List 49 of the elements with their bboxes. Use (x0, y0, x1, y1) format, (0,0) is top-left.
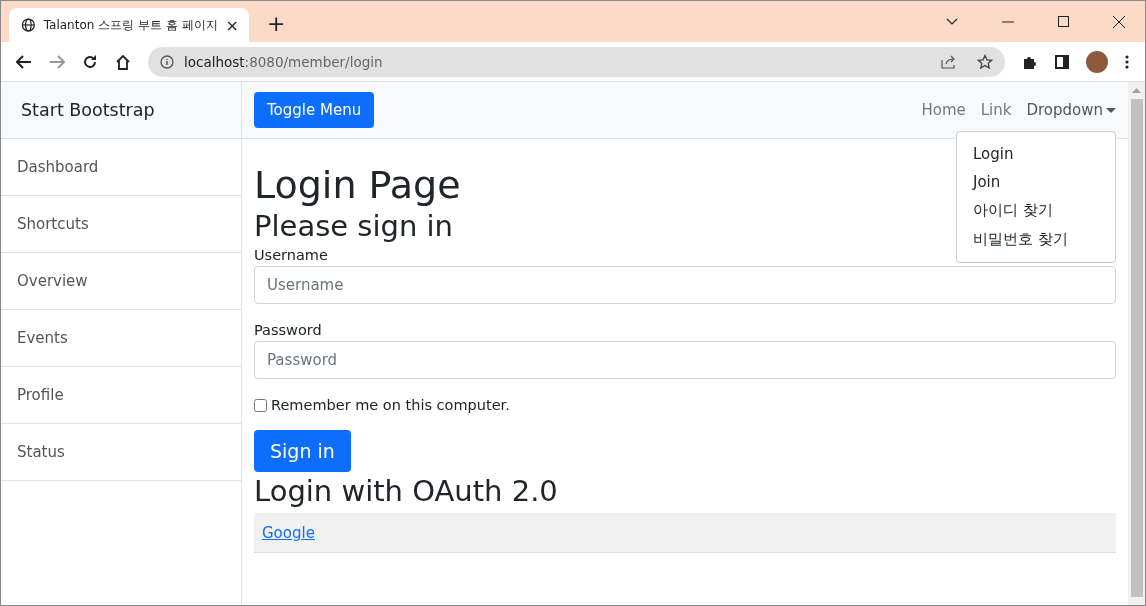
dropdown-item[interactable]: Join (957, 168, 1115, 196)
address-bar[interactable]: localhost:8080/member/login (148, 46, 1005, 77)
new-tab-button[interactable]: + (267, 11, 286, 36)
sidebar-item[interactable]: Shortcuts (1, 196, 241, 253)
dropdown-item[interactable]: 아이디 찾기 (957, 196, 1115, 225)
sidebar-item[interactable]: Dashboard (1, 139, 241, 196)
sign-in-button[interactable]: Sign in (254, 430, 351, 473)
side-panel-icon[interactable] (1055, 54, 1069, 69)
dropdown-item[interactable]: 비밀번호 찾기 (957, 225, 1115, 254)
nav-link[interactable]: Home (921, 101, 966, 119)
remember-label: Remember me on this computer. (271, 397, 510, 414)
url-text: localhost:8080/member/login (184, 53, 383, 70)
forward-arrow-icon[interactable] (49, 54, 65, 69)
back-arrow-icon[interactable] (16, 54, 32, 69)
oauth-title: Login with OAuth 2.0 (254, 474, 558, 510)
page-subtitle: Please sign in (254, 208, 453, 244)
sidebar-item[interactable]: Profile (1, 367, 241, 424)
home-icon[interactable] (115, 53, 131, 70)
username-field[interactable]: Username (254, 266, 1116, 305)
sidebar-item[interactable]: Status (1, 424, 241, 481)
kebab-menu-icon[interactable] (1125, 54, 1129, 69)
toggle-menu-button[interactable]: Toggle Menu (254, 92, 375, 128)
close-icon[interactable] (1113, 15, 1125, 28)
maximize-icon[interactable] (1058, 16, 1069, 27)
nav-link[interactable]: Link (980, 101, 1012, 119)
browser-tab[interactable]: Talanton 스프링 부트 홈 페이지 × (9, 8, 249, 42)
minimize-icon[interactable] (1002, 20, 1014, 23)
star-icon[interactable] (977, 53, 993, 70)
dropdown-toggle[interactable]: Dropdown (1026, 101, 1116, 119)
chevron-down-icon[interactable] (946, 17, 958, 26)
share-icon[interactable] (941, 54, 957, 69)
password-field[interactable]: Password (254, 341, 1116, 380)
remember-checkbox[interactable] (254, 398, 267, 412)
password-label: Password (254, 322, 322, 339)
globe-icon (21, 17, 36, 33)
sidebar-item[interactable]: Overview (1, 253, 241, 310)
reload-icon[interactable] (82, 53, 98, 70)
oauth-link[interactable]: Google (262, 523, 315, 542)
sidebar-brand[interactable]: Start Bootstrap (1, 82, 241, 139)
avatar-circle[interactable] (1086, 50, 1108, 73)
scrollbar-thumb[interactable] (1130, 99, 1143, 597)
dropdown-item[interactable]: Login (957, 140, 1115, 168)
tab-title: Talanton 스프링 부트 홈 페이지 (43, 16, 218, 34)
username-label: Username (254, 247, 328, 264)
tab-close-button[interactable]: × (225, 15, 239, 35)
sidebar-item[interactable]: Events (1, 310, 241, 367)
info-icon (160, 54, 174, 69)
scrollbar[interactable] (1128, 82, 1145, 605)
page-title: Login Page (254, 163, 461, 209)
